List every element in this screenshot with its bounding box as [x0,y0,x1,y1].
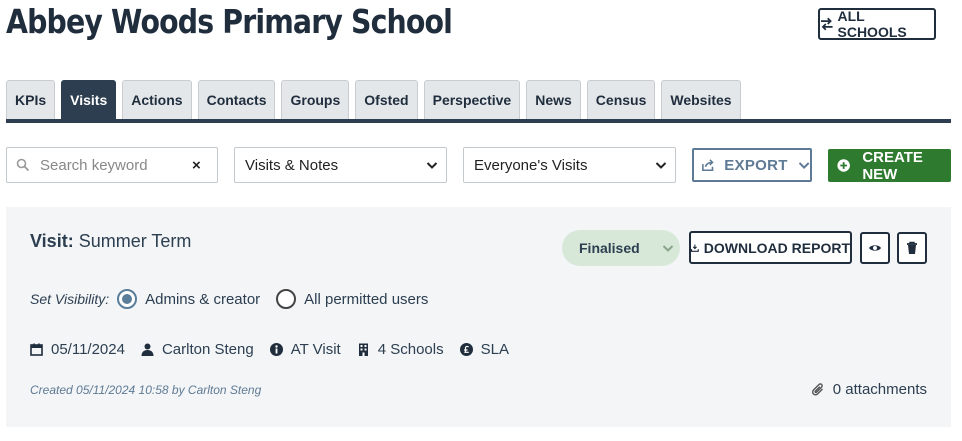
meta-visit-type: AT Visit [269,341,341,358]
chevron-down-icon [655,162,667,169]
status-label: Finalised [579,240,640,256]
meta-person-text: Carlton Steng [161,341,254,358]
swap-arrows-icon [820,17,833,31]
tab-contacts[interactable]: Contacts [197,80,276,119]
search-box: × [6,147,218,183]
meta-date-text: 05/11/2024 [51,341,125,358]
visibility-setting: Set Visibility: Admins & creator All per… [30,289,444,309]
visibility-label: Set Visibility: [30,291,110,307]
tab-perspective[interactable]: Perspective [423,80,521,119]
visibility-option-all-users[interactable]: All permitted users [276,289,428,309]
visit-card: Visit: Summer Term Finalised DOWNLOAD RE… [6,207,951,427]
tab-ofsted[interactable]: Ofsted [355,80,418,119]
plus-circle-icon [837,159,850,172]
meta-funding: SLA [459,341,509,358]
tab-kpis[interactable]: KPIs [6,80,56,119]
tab-visits[interactable]: Visits [61,80,117,119]
user-icon [141,343,154,356]
attachments-count: 0 attachments [832,381,927,398]
calendar-icon [30,343,43,356]
visibility-option-admins[interactable]: Admins & creator [117,289,260,309]
meta-person: Carlton Steng [141,341,254,358]
clear-search-button[interactable]: × [192,157,201,174]
meta-visit-type-text: AT Visit [290,341,341,358]
trash-icon [907,241,917,254]
tab-bar: KPIs Visits Actions Contacts Groups Ofst… [6,80,741,119]
create-new-label: CREATE NEW [862,148,923,183]
tab-census[interactable]: Census [586,80,656,119]
visibility-option-label: Admins & creator [145,290,261,308]
owner-filter-select[interactable]: Everyone's Visits [463,147,676,183]
visit-title-text: Summer Term [78,231,192,251]
all-schools-label: ALL SCHOOLS [837,8,907,40]
visibility-option-label: All permitted users [304,290,429,308]
building-icon [358,343,368,356]
status-dropdown[interactable]: Finalised [562,230,680,266]
export-button[interactable]: EXPORT [692,148,812,182]
search-input[interactable] [40,156,190,174]
type-filter-select[interactable]: Visits & Notes [234,147,447,183]
attachments-link[interactable]: 0 attachments [811,381,927,398]
tab-websites[interactable]: Websites [661,80,741,119]
pound-circle-icon [459,343,473,356]
meta-schools: 4 Schools [357,341,444,358]
view-button[interactable] [860,232,890,264]
all-schools-button[interactable]: ALL SCHOOLS [818,8,936,40]
delete-button[interactable] [897,232,927,264]
radio-all-permitted-users[interactable] [276,289,297,309]
created-info: Created 05/11/2024 10:58 by Carlton Sten… [30,383,262,397]
radio-admins-creator[interactable] [117,289,138,309]
tab-news[interactable]: News [526,80,581,119]
search-icon [16,158,30,172]
share-export-icon [702,159,714,172]
chevron-down-icon [426,162,438,169]
visit-title: Visit: Summer Term [30,231,191,252]
meta-funding-text: SLA [480,341,509,358]
visit-title-prefix: Visit: [30,231,74,251]
chevron-down-icon [662,245,673,252]
export-label: EXPORT [724,156,788,174]
info-circle-icon [269,343,283,356]
create-new-button[interactable]: CREATE NEW [828,148,951,183]
meta-schools-text: 4 Schools [377,341,444,358]
meta-date: 05/11/2024 [30,341,125,358]
tab-divider [6,119,951,123]
download-icon [691,244,699,252]
page-title: Abbey Woods Primary School [6,2,453,41]
download-report-label: DOWNLOAD REPORT [703,239,850,256]
type-filter-value: Visits & Notes [245,156,339,174]
tab-actions[interactable]: Actions [122,80,192,119]
visit-meta: 05/11/2024 Carlton Steng AT Visit 4 Scho… [30,341,525,358]
chevron-down-icon [798,162,810,169]
eye-icon [869,245,881,251]
tab-groups[interactable]: Groups [281,80,350,119]
paperclip-icon [811,383,823,396]
download-report-button[interactable]: DOWNLOAD REPORT [689,231,852,264]
owner-filter-value: Everyone's Visits [474,156,588,174]
